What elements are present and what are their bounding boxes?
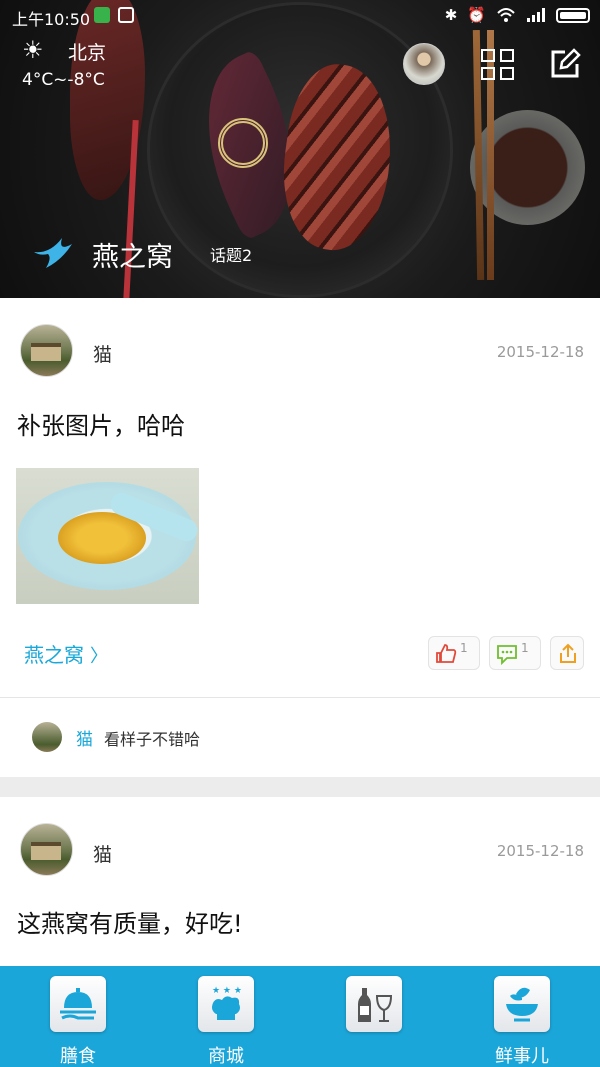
wifi-icon: [497, 8, 515, 22]
comment-item[interactable]: 猫 看样子不错哈: [0, 698, 600, 776]
avatar[interactable]: [20, 324, 73, 377]
post-username[interactable]: 猫: [93, 840, 112, 867]
status-time: 上午10:50: [12, 10, 91, 29]
nav-item-wine[interactable]: [314, 966, 434, 1067]
post-date: 2015-12-18: [496, 343, 584, 361]
weather-temperature: 4°C~-8°C: [22, 70, 105, 90]
comment-text: 看样子不错哈: [104, 730, 201, 749]
share-button[interactable]: [550, 636, 584, 670]
share-icon: [560, 643, 576, 663]
alarm-icon: ⏰: [467, 6, 486, 24]
nav-label: 膳食: [60, 1046, 96, 1067]
grid-icon[interactable]: [481, 49, 515, 81]
bottom-nav: 膳食 ★ ★ ★ 商城 鲜事儿: [0, 966, 600, 1067]
comment-icon: [497, 645, 517, 666]
topic-title: 燕之窝: [92, 242, 173, 273]
nav-item-news[interactable]: 鲜事儿: [462, 966, 582, 1067]
signal-icon: [527, 8, 545, 22]
topic-link[interactable]: 燕之窝〉: [24, 639, 108, 668]
svg-text:★ ★ ★: ★ ★ ★: [212, 986, 242, 996]
post-photo[interactable]: [16, 468, 199, 604]
comment-button[interactable]: 1: [489, 636, 541, 670]
chevron-right-icon: 〉: [90, 646, 108, 667]
post-date: 2015-12-18: [496, 842, 584, 860]
banner-image-noodle: [218, 118, 268, 168]
status-icons: ✱ ⏰: [445, 6, 590, 24]
avatar[interactable]: [20, 823, 73, 876]
tea-bowl-icon: [494, 976, 550, 1032]
post-card: 猫 2015-12-18 这燕窝有质量，好吃!: [0, 797, 600, 967]
topic-link-label: 燕之窝: [24, 643, 84, 667]
weather-city: 北京: [68, 42, 107, 64]
nav-item-meals[interactable]: 膳食: [18, 966, 138, 1067]
topic-count: 话题2: [210, 246, 253, 265]
swallow-icon: [34, 238, 72, 268]
post-username[interactable]: 猫: [93, 340, 112, 367]
shield-icon: [94, 7, 110, 23]
comment-author[interactable]: 猫: [76, 725, 93, 750]
post-content: 补张图片，哈哈: [17, 412, 185, 440]
chef-hat-icon: ★ ★ ★: [198, 976, 254, 1032]
user-avatar[interactable]: [403, 43, 445, 85]
like-button[interactable]: 1: [428, 636, 480, 670]
wine-icon: [346, 976, 402, 1032]
edit-icon[interactable]: [549, 48, 581, 80]
post-card: 猫 2015-12-18 补张图片，哈哈 燕之窝〉 1 1 猫 看样子不错哈: [0, 298, 600, 777]
nav-label: 鲜事儿: [495, 1046, 549, 1067]
bluetooth-icon: ✱: [444, 6, 458, 24]
battery-icon: [556, 7, 590, 23]
avatar[interactable]: [32, 722, 62, 752]
comment-count: 1: [521, 641, 529, 655]
header-banner: 上午10:50 ✱ ⏰ ☀ 北京 4°C~-8°C 燕之窝 话题2: [0, 0, 600, 298]
like-count: 1: [460, 641, 468, 655]
status-bar: 上午10:50 ✱ ⏰: [0, 0, 600, 34]
notification-icon: [118, 7, 134, 23]
post-content: 这燕窝有质量，好吃!: [17, 910, 243, 938]
cloche-icon: [50, 976, 106, 1032]
nav-label: 商城: [208, 1046, 244, 1067]
nav-item-mall[interactable]: ★ ★ ★ 商城: [166, 966, 286, 1067]
sun-icon: ☀: [22, 36, 44, 64]
thumbs-up-icon: [436, 644, 457, 663]
